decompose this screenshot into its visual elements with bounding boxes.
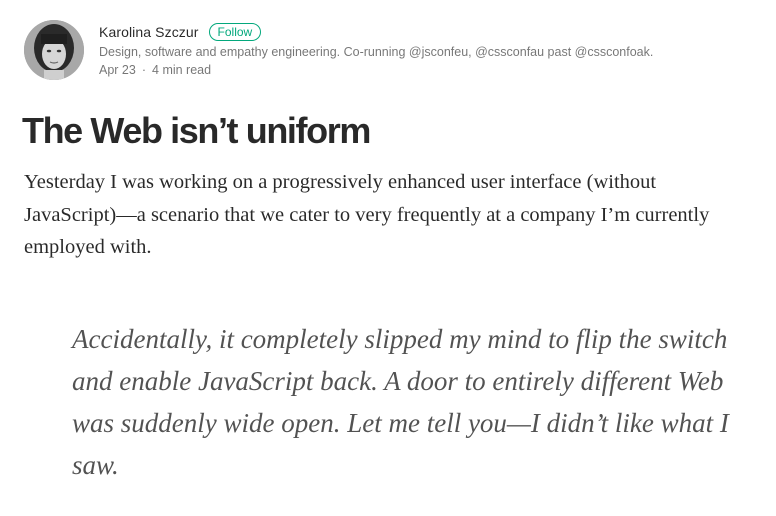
- avatar[interactable]: [24, 20, 84, 80]
- post-meta: Apr 23 · 4 min read: [99, 63, 653, 77]
- post-date[interactable]: Apr 23: [99, 63, 136, 77]
- author-meta: Karolina Szczur Follow Design, software …: [99, 20, 653, 77]
- follow-button[interactable]: Follow: [208, 23, 262, 41]
- pull-quote: Accidentally, it completely slipped my m…: [72, 324, 729, 480]
- meta-separator: ·: [141, 63, 147, 77]
- author-avatar-photo: [24, 20, 84, 80]
- read-time: 4 min read: [152, 63, 212, 77]
- author-block: Karolina Szczur Follow Design, software …: [24, 20, 653, 80]
- article-title: The Web isn’t uniform: [22, 110, 371, 151]
- author-bio: Design, software and empathy engineering…: [99, 45, 654, 59]
- author-row: Karolina Szczur Follow: [99, 22, 653, 42]
- author-name[interactable]: Karolina Szczur: [99, 24, 199, 40]
- article-paragraph: Yesterday I was working on a progressive…: [24, 171, 710, 258]
